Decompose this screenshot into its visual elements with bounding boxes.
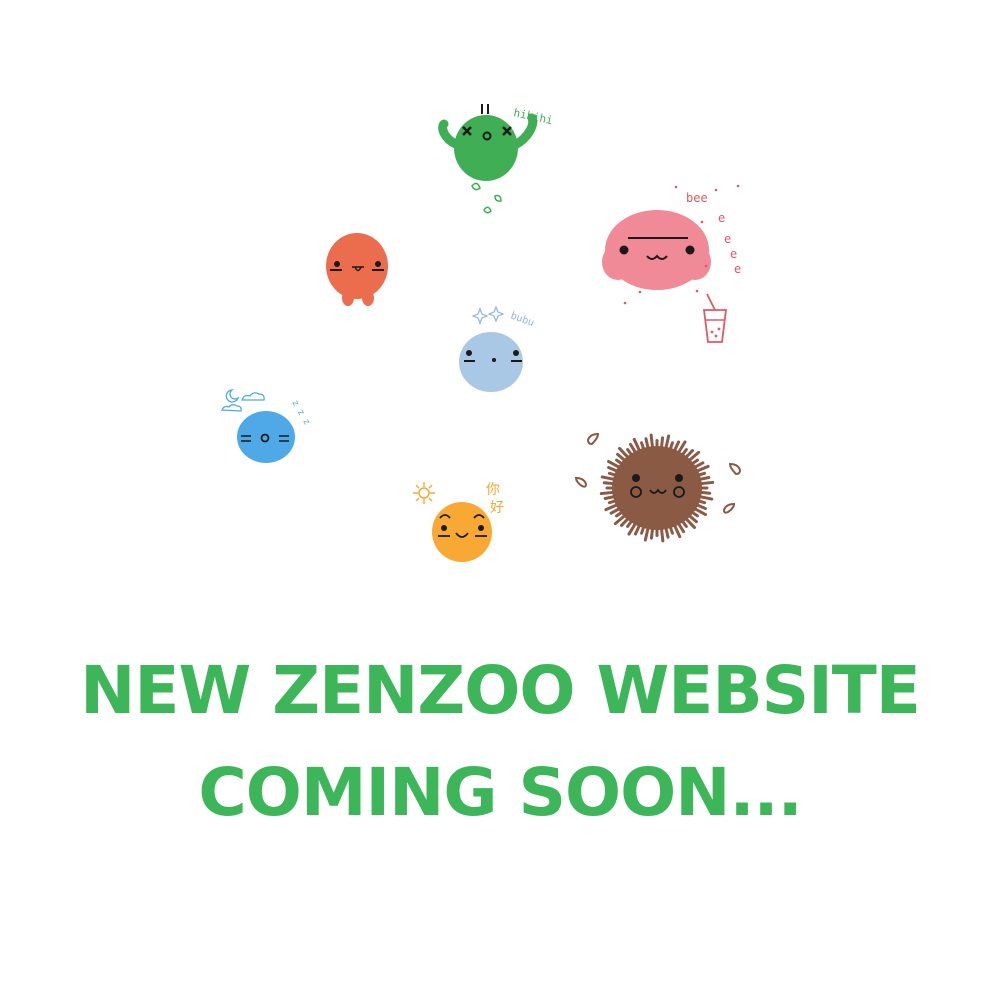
orange-critter-sound-2: 好: [490, 500, 504, 516]
drop-icon: [728, 462, 742, 476]
moon-icon: [225, 389, 240, 403]
drop-icon: [722, 502, 736, 514]
drop-icon: [586, 432, 600, 446]
orange-critter-sound: 你: [486, 482, 500, 498]
orange-critter-icon: 你 好: [413, 482, 504, 562]
headline-line-2: COMING SOON...: [198, 754, 802, 831]
pink-critter-sound: bee: [686, 191, 708, 205]
blue-critter-sound: z z z: [289, 399, 311, 427]
sparkle-icon: [487, 305, 505, 323]
sun-icon: [413, 482, 435, 504]
critter-illustration: hihihi bee e e e e bubu z z z 你 好: [221, 104, 742, 562]
drop-icon: [574, 476, 588, 488]
blue-critter-icon: z z z: [221, 389, 312, 463]
headline-line-1: NEW ZENZOO WEBSITE: [80, 652, 921, 729]
svg-text:e: e: [730, 247, 737, 261]
pink-critter-icon: bee e e e e: [602, 184, 741, 343]
pink-critter-sound-e: e: [718, 211, 725, 225]
lightblue-critter-sound: bubu: [509, 310, 535, 329]
svg-text:e: e: [734, 262, 741, 276]
cloud-icon: [221, 404, 242, 412]
green-critter-icon: hihihi: [438, 104, 554, 214]
drink-cup-icon: [702, 293, 728, 343]
sparkle-icon: [471, 307, 489, 325]
svg-text:e: e: [724, 232, 731, 246]
brown-critter-icon: [574, 432, 742, 543]
red-critter-icon: [326, 233, 388, 306]
cloud-icon: [241, 392, 265, 401]
lightblue-critter-icon: bubu: [459, 305, 535, 392]
